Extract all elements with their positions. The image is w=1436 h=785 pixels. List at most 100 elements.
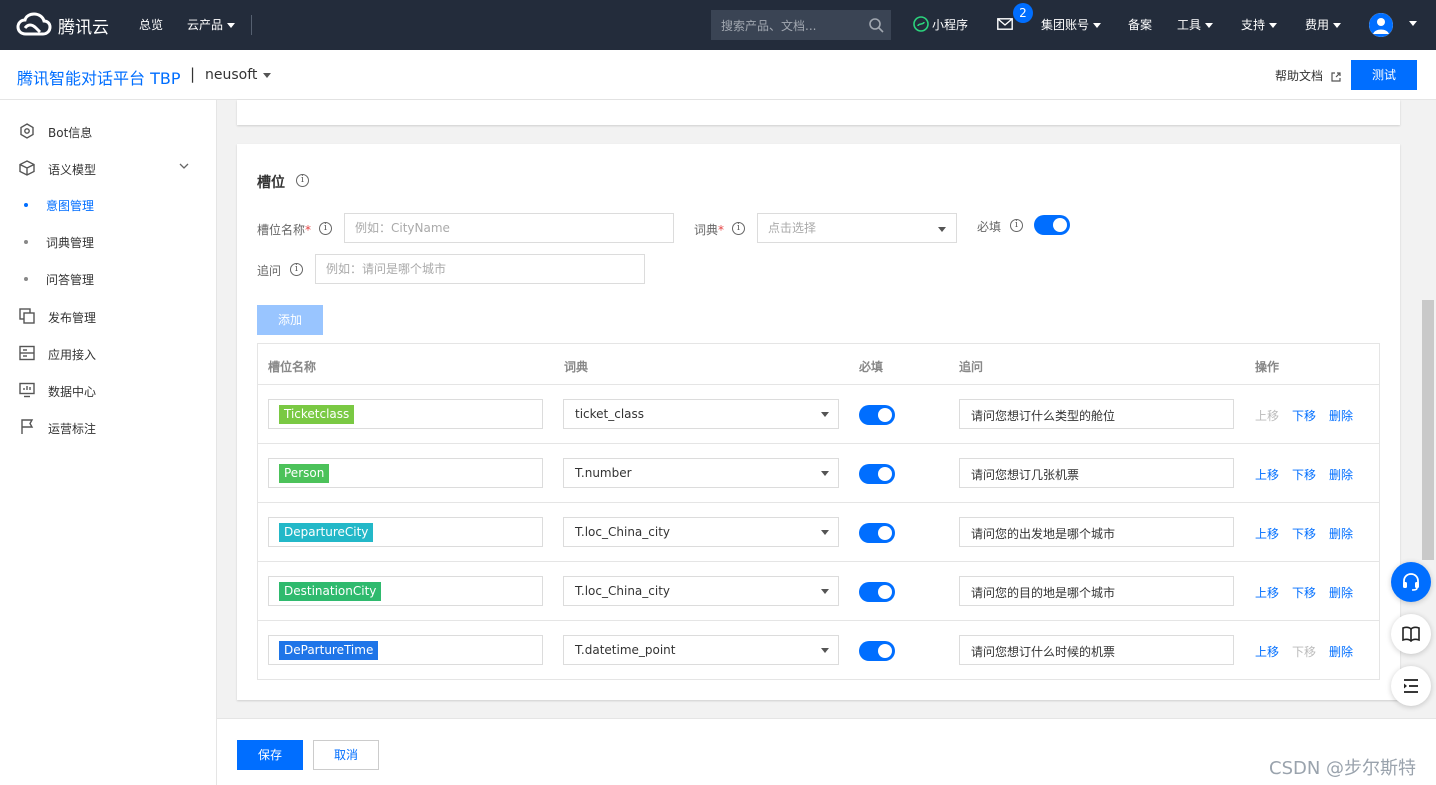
tencent-cloud-logo[interactable]: 腾讯云 [16, 12, 109, 38]
sidebar-item-label: 意图管理 [46, 199, 95, 213]
info-icon[interactable]: i [290, 263, 303, 276]
move-up-button[interactable]: 上移 [1255, 466, 1279, 483]
nav-icp[interactable]: 备案 [1128, 16, 1152, 33]
headset-icon [1403, 573, 1419, 591]
followup-value: 请问您想订什么时候的机票 [971, 645, 1116, 659]
chevron-down-icon[interactable] [263, 73, 271, 78]
table-row: Ticketclass ticket_class 请问您想订什么类型的舱位 上移… [258, 384, 1379, 443]
dictionary-select[interactable]: T.datetime_point [563, 635, 839, 665]
slot-name-cell[interactable]: DestinationCity [268, 576, 543, 606]
move-down-button[interactable]: 下移 [1292, 407, 1316, 424]
followup-input[interactable]: 请问您想订什么类型的舱位 [959, 399, 1234, 429]
delete-button[interactable]: 删除 [1329, 584, 1353, 601]
project-selector[interactable]: neusoft [205, 67, 257, 83]
sidebar-item-qa-management[interactable]: 问答管理 [0, 263, 216, 293]
nav-tools[interactable]: 工具 [1177, 16, 1214, 33]
delete-button[interactable]: 删除 [1329, 466, 1353, 483]
sidebar-item-bot-info[interactable]: Bot信息 [0, 116, 216, 146]
sidebar-item-dictionary-management[interactable]: 词典管理 [0, 226, 216, 256]
menu-list-button[interactable] [1391, 666, 1431, 706]
info-icon[interactable]: i [319, 222, 332, 235]
info-icon[interactable]: i [732, 222, 745, 235]
cancel-button[interactable]: 取消 [313, 740, 379, 770]
info-icon[interactable]: i [1010, 219, 1023, 232]
sidebar-item-data-center[interactable]: 数据中心 [0, 375, 216, 405]
dictionary-select[interactable]: 点击选择 [757, 213, 957, 243]
required-toggle[interactable] [859, 582, 895, 602]
sidebar-item-intent-management[interactable]: 意图管理 [0, 189, 216, 219]
followup-input[interactable]: 例如：请问是哪个城市 [315, 254, 645, 284]
header-separator: | [190, 65, 196, 83]
search-box[interactable]: 搜索产品、文档... [711, 10, 891, 40]
move-down-button[interactable]: 下移 [1292, 584, 1316, 601]
chevron-down-icon[interactable] [179, 161, 189, 171]
nav-products[interactable]: 云产品 [187, 16, 236, 33]
scrollbar-thumb[interactable] [1422, 300, 1434, 560]
required-toggle[interactable] [859, 464, 895, 484]
product-title[interactable]: 腾讯智能对话平台 TBP [17, 65, 181, 89]
delete-button[interactable]: 删除 [1329, 525, 1353, 542]
move-up-button[interactable]: 上移 [1255, 525, 1279, 542]
required-toggle[interactable] [859, 641, 895, 661]
help-docs-link[interactable]: 帮助文档 [1275, 67, 1341, 84]
followup-label: 追问 [257, 264, 282, 278]
dictionary-label-text: 词典 [694, 223, 719, 237]
followup-input[interactable]: 请问您想订什么时候的机票 [959, 635, 1234, 665]
mail-icon[interactable] [997, 18, 1013, 30]
slot-name-cell[interactable]: Person [268, 458, 543, 488]
nav-billing-label: 费用 [1305, 18, 1330, 32]
slot-tag: DepartureCity [279, 523, 374, 542]
slot-name-input[interactable]: 例如：CityName [344, 213, 674, 243]
save-button[interactable]: 保存 [237, 740, 303, 770]
search-input[interactable]: 搜索产品、文档... [721, 17, 861, 34]
dictionary-select[interactable]: T.number [563, 458, 839, 488]
move-down-button[interactable]: 下移 [1292, 643, 1316, 660]
nav-overview[interactable]: 总览 [139, 16, 163, 33]
required-toggle[interactable] [859, 523, 895, 543]
sidebar-item-app-integration[interactable]: 应用接入 [0, 338, 216, 368]
move-down-button[interactable]: 下移 [1292, 525, 1316, 542]
chevron-down-icon [1333, 23, 1342, 28]
slot-name-cell[interactable]: DepartureCity [268, 517, 543, 547]
nav-mini-program[interactable]: 小程序 [932, 16, 968, 33]
move-up-button[interactable]: 上移 [1255, 643, 1279, 660]
test-button[interactable]: 测试 [1351, 60, 1417, 90]
chevron-down-icon [1093, 23, 1102, 28]
move-up-button[interactable]: 上移 [1255, 407, 1279, 424]
delete-button[interactable]: 删除 [1329, 407, 1353, 424]
move-down-button[interactable]: 下移 [1292, 466, 1316, 483]
flag-icon [21, 419, 34, 434]
dictionary-select[interactable]: T.loc_China_city [563, 517, 839, 547]
user-avatar[interactable] [1369, 13, 1393, 37]
dictionary-value: ticket_class [575, 407, 645, 421]
slot-name-cell[interactable]: DePartureTime [268, 635, 543, 665]
slot-name-cell[interactable]: Ticketclass [268, 399, 543, 429]
required-toggle[interactable] [859, 405, 895, 425]
required-toggle[interactable] [1034, 215, 1070, 235]
avatar-menu[interactable] [1405, 16, 1417, 30]
sidebar-item-operation-annotation[interactable]: 运营标注 [0, 412, 216, 442]
search-icon[interactable] [868, 17, 884, 33]
followup-value: 请问您的出发地是哪个城市 [971, 527, 1116, 541]
mini-program-icon [913, 16, 929, 32]
docs-button[interactable] [1391, 614, 1431, 654]
sidebar-item-publish-management[interactable]: 发布管理 [0, 301, 216, 331]
move-up-button[interactable]: 上移 [1255, 584, 1279, 601]
customer-service-button[interactable] [1391, 562, 1431, 602]
chevron-down-icon [821, 589, 829, 594]
followup-input[interactable]: 请问您的出发地是哪个城市 [959, 517, 1234, 547]
dictionary-select[interactable]: T.loc_China_city [563, 576, 839, 606]
sidebar-item-semantic-model[interactable]: 语义模型 [0, 153, 216, 183]
followup-input[interactable]: 请问您的目的地是哪个城市 [959, 576, 1234, 606]
info-icon[interactable]: i [296, 174, 309, 187]
nav-support[interactable]: 支持 [1241, 16, 1278, 33]
add-button[interactable]: 添加 [257, 305, 323, 335]
sidebar-item-label: 数据中心 [48, 385, 97, 399]
nav-billing[interactable]: 费用 [1305, 16, 1342, 33]
nav-group-account[interactable]: 集团账号 [1041, 16, 1102, 33]
dictionary-select[interactable]: ticket_class [563, 399, 839, 429]
delete-button[interactable]: 删除 [1329, 643, 1353, 660]
nav-divider [251, 15, 252, 35]
followup-input[interactable]: 请问您想订几张机票 [959, 458, 1234, 488]
dictionary-label: 词典* [694, 221, 724, 238]
